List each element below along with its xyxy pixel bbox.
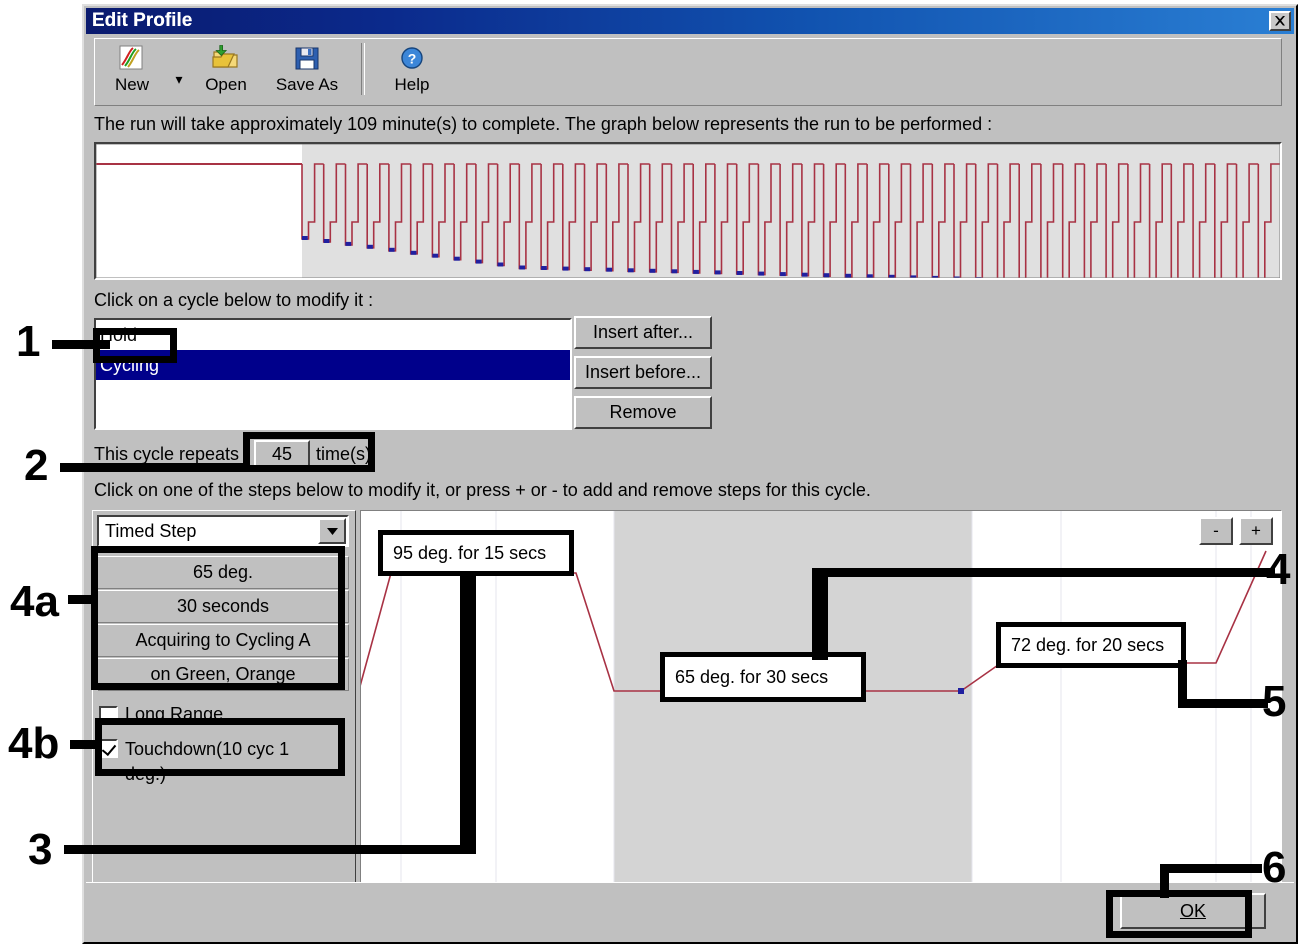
ok-button[interactable]: OK (1120, 893, 1266, 929)
toolbar: New ▾ Open Save As ? Help (94, 38, 1282, 106)
cycle-list-item-cycling[interactable]: Cycling (96, 350, 570, 380)
step-channels-button[interactable]: on Green, Orange (97, 658, 349, 691)
help-question-icon: ? (399, 41, 425, 75)
annotation-number-4a: 4a (10, 577, 59, 626)
insert-after-button[interactable]: Insert after... (574, 316, 712, 349)
repeats-suffix-label: time(s). (316, 444, 376, 464)
save-as-button[interactable]: Save As (263, 41, 351, 103)
step-settings-panel: Timed Step 65 deg. 30 seconds Acquiring … (92, 510, 356, 890)
checkbox-checked-icon[interactable] (99, 739, 118, 758)
window-title: Edit Profile (92, 10, 193, 31)
touchdown-checkbox-row[interactable]: Touchdown(10 cyc 1 deg.) (99, 737, 331, 787)
dialog-footer: OK (86, 882, 1294, 940)
step-type-value: Timed Step (105, 520, 197, 541)
repeats-prefix-label: This cycle repeats (94, 444, 240, 464)
ok-button-label: OK (1179, 900, 1206, 921)
help-button-label: Help (394, 75, 430, 94)
run-duration-text: The run will take approximately 109 minu… (94, 114, 993, 134)
step-profile-graph: - + (360, 510, 1282, 890)
annotation-number-1: 1 (16, 317, 41, 366)
cycle-prompt: Click on a cycle below to modify it : (94, 290, 374, 310)
annotation-number-3: 3 (28, 825, 53, 874)
title-bar: Edit Profile (86, 8, 1294, 34)
chevron-down-icon: ▾ (175, 71, 183, 87)
open-button-label: Open (205, 75, 247, 94)
long-range-label: Long Range (125, 704, 224, 724)
close-icon[interactable] (1269, 11, 1291, 31)
remove-button[interactable]: Remove (574, 396, 712, 429)
chevron-down-icon[interactable] (318, 518, 346, 544)
toolbar-separator (361, 43, 365, 95)
open-button[interactable]: Open (189, 41, 263, 103)
new-button[interactable]: New (95, 41, 169, 103)
step-duration-button[interactable]: 30 seconds (97, 590, 349, 623)
edit-profile-window: Edit Profile New ▾ Open Save As ? Help T… (82, 4, 1298, 944)
close-x-glyph (1275, 15, 1285, 25)
step-type-select[interactable]: Timed Step (97, 515, 349, 547)
run-overview-trace (96, 144, 1280, 278)
svg-text:?: ? (408, 51, 417, 67)
run-overview-graph (94, 142, 1282, 280)
zoom-out-button[interactable]: - (1199, 517, 1233, 545)
new-button-label: New (114, 75, 149, 94)
open-folder-icon (212, 41, 240, 75)
step-temperature-button[interactable]: 65 deg. (97, 556, 349, 589)
new-profile-icon (119, 41, 145, 75)
checkbox-icon[interactable] (99, 706, 118, 725)
floppy-disk-icon (294, 41, 320, 75)
cycle-list[interactable]: Hold Cycling (94, 318, 572, 430)
step-profile-trace (361, 511, 1281, 889)
insert-before-button[interactable]: Insert before... (574, 356, 712, 389)
long-range-checkbox-row[interactable]: Long Range (99, 704, 349, 725)
cycle-repeats-input[interactable]: 45 (254, 440, 310, 468)
touchdown-label: Touchdown(10 cyc 1 deg.) (125, 739, 290, 784)
zoom-in-button[interactable]: + (1239, 517, 1273, 545)
annotation-number-4b: 4b (8, 719, 60, 768)
new-dropdown-button[interactable]: ▾ (169, 41, 189, 103)
save-as-button-label: Save As (275, 75, 339, 94)
steps-prompt: Click on one of the steps below to modif… (94, 480, 871, 500)
cycle-list-item-hold[interactable]: Hold (96, 320, 570, 350)
help-button[interactable]: ? Help (375, 41, 449, 103)
annotation-number-2: 2 (24, 441, 49, 490)
step-acquiring-button[interactable]: Acquiring to Cycling A (97, 624, 349, 657)
